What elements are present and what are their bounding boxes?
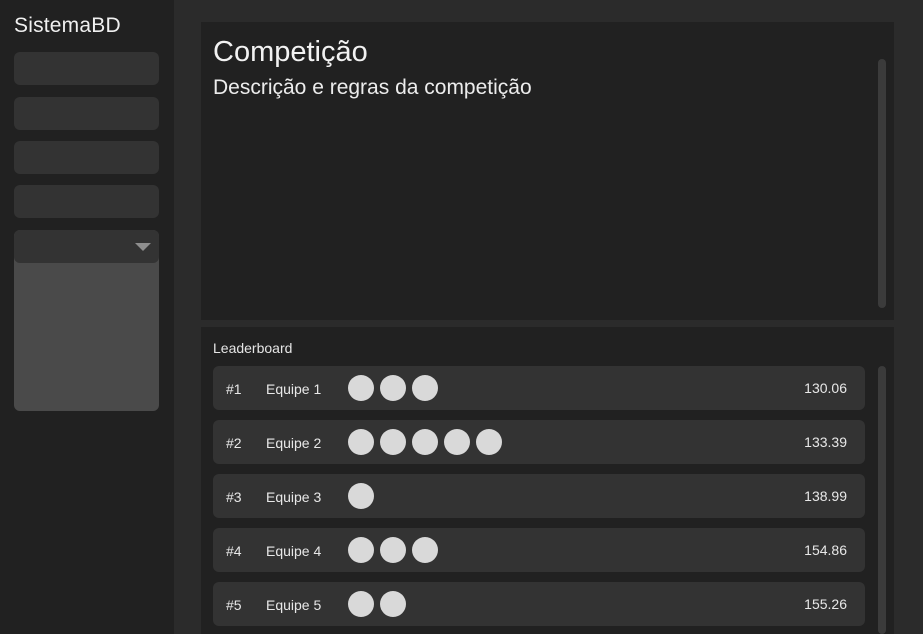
- competition-description-panel: Competição Descrição e regras da competi…: [201, 22, 894, 320]
- badge-circle-icon: [380, 429, 406, 455]
- chevron-down-icon[interactable]: [135, 243, 151, 251]
- sidebar-button-4[interactable]: [14, 185, 159, 218]
- score-value: 133.39: [804, 434, 847, 450]
- badge-group: [348, 591, 406, 617]
- badge-circle-icon: [380, 375, 406, 401]
- badge-circle-icon: [348, 591, 374, 617]
- badge-circle-icon: [348, 483, 374, 509]
- badge-group: [348, 483, 374, 509]
- leaderboard-row[interactable]: #1 Equipe 1 130.06: [213, 366, 865, 410]
- score-value: 155.26: [804, 596, 847, 612]
- badge-circle-icon: [412, 537, 438, 563]
- badge-group: [348, 537, 438, 563]
- badge-circle-icon: [476, 429, 502, 455]
- sidebar: SistemaBD: [0, 0, 174, 634]
- sidebar-dropdown: [14, 230, 159, 411]
- team-name: Equipe 4: [266, 543, 322, 559]
- description-scrollbar[interactable]: [878, 59, 886, 308]
- score-value: 138.99: [804, 488, 847, 504]
- sidebar-button-2[interactable]: [14, 97, 159, 130]
- rank-label: #2: [226, 435, 242, 451]
- rank-label: #5: [226, 597, 242, 613]
- leaderboard-title: Leaderboard: [213, 340, 293, 356]
- sidebar-button-3[interactable]: [14, 141, 159, 174]
- team-name: Equipe 5: [266, 597, 322, 613]
- badge-circle-icon: [348, 429, 374, 455]
- badge-circle-icon: [348, 375, 374, 401]
- badge-group: [348, 375, 438, 401]
- leaderboard-row[interactable]: #3 Equipe 3 138.99: [213, 474, 865, 518]
- competition-subtitle: Descrição e regras da competição: [213, 76, 532, 99]
- competition-title: Competição: [213, 36, 368, 68]
- score-value: 130.06: [804, 380, 847, 396]
- leaderboard-panel: Leaderboard #1 Equipe 1 130.06 #2 Equipe 2 13…: [201, 327, 894, 634]
- badge-circle-icon: [444, 429, 470, 455]
- leaderboard-row[interactable]: #2 Equipe 2 133.39: [213, 420, 865, 464]
- rank-label: #4: [226, 543, 242, 559]
- badge-circle-icon: [412, 375, 438, 401]
- leaderboard-row[interactable]: #5 Equipe 5 155.26: [213, 582, 865, 626]
- score-value: 154.86: [804, 542, 847, 558]
- team-name: Equipe 1: [266, 381, 322, 397]
- sidebar-button-1[interactable]: [14, 52, 159, 85]
- rank-label: #1: [226, 381, 242, 397]
- badge-group: [348, 429, 502, 455]
- dropdown-header[interactable]: [14, 230, 159, 263]
- rank-label: #3: [226, 489, 242, 505]
- app-title: SistemaBD: [14, 14, 121, 37]
- leaderboard-scrollbar[interactable]: [878, 366, 886, 634]
- team-name: Equipe 3: [266, 489, 322, 505]
- badge-circle-icon: [380, 591, 406, 617]
- team-name: Equipe 2: [266, 435, 322, 451]
- leaderboard-row[interactable]: #4 Equipe 4 154.86: [213, 528, 865, 572]
- badge-circle-icon: [412, 429, 438, 455]
- badge-circle-icon: [348, 537, 374, 563]
- badge-circle-icon: [380, 537, 406, 563]
